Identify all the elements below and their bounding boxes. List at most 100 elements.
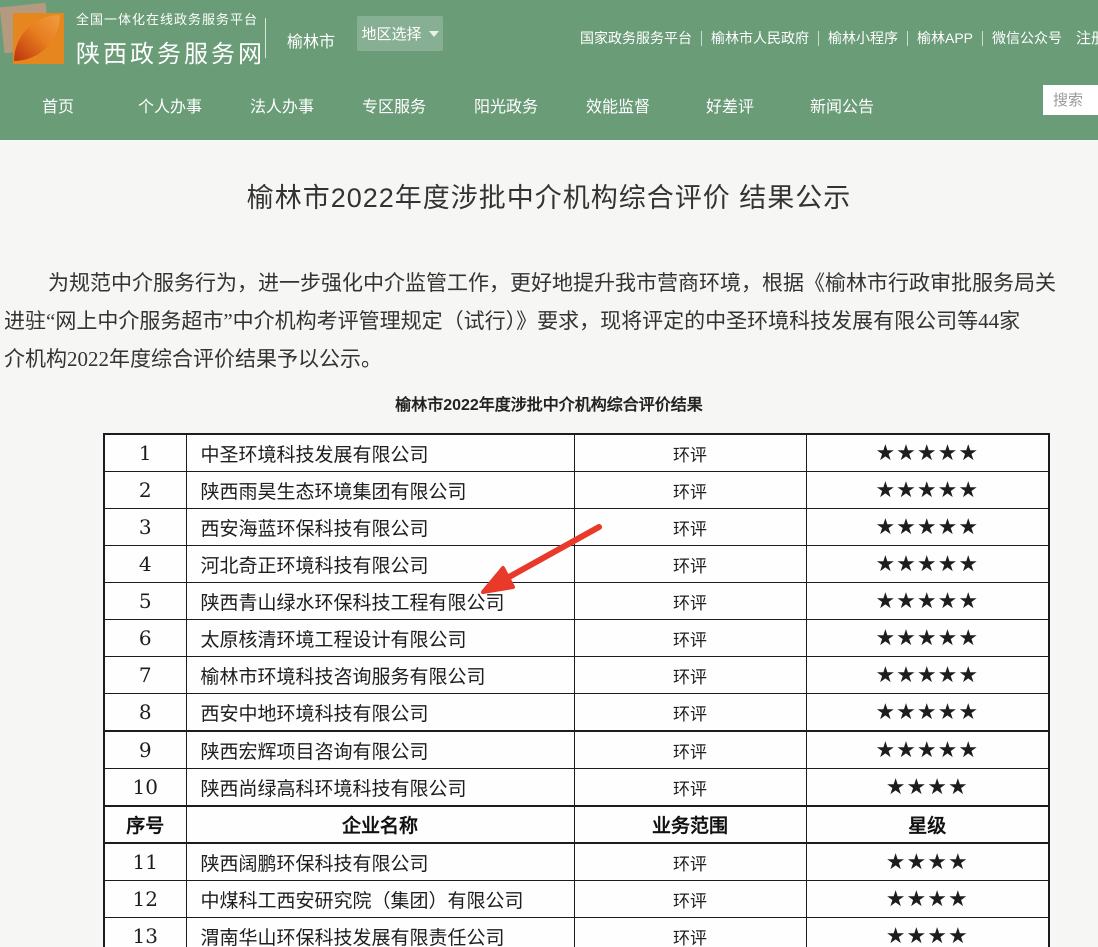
column-header: 星级: [806, 806, 1049, 843]
cell-name: 西安中地环境科技有限公司: [186, 694, 574, 732]
cell-scope: 环评: [574, 472, 806, 509]
cell-no: 5: [104, 583, 186, 620]
top-link-national-platform[interactable]: 国家政务服务平台: [580, 28, 692, 48]
table-row: 1中圣环境科技发展有限公司环评★★★★★: [104, 434, 1049, 472]
table-wrap: 1中圣环境科技发展有限公司环评★★★★★2陕西雨昊生态环境集团有限公司环评★★★…: [103, 433, 1050, 947]
main-nav: 首页 个人办事 法人办事 专区服务 阳光政务 效能监督 好差评 新闻公告: [0, 75, 1098, 140]
cell-name: 中煤科工西安研究院（集团）有限公司: [186, 881, 574, 918]
cell-name: 陕西青山绿水环保科技工程有限公司: [186, 583, 574, 620]
table-caption: 榆林市2022年度涉批中介机构综合评价结果: [0, 391, 1098, 415]
cell-no: 2: [104, 472, 186, 509]
register-link[interactable]: 注册: [1076, 27, 1098, 48]
table-row: 12中煤科工西安研究院（集团）有限公司环评★★★★: [104, 881, 1049, 918]
cell-stars: ★★★★★: [806, 731, 1049, 769]
cell-name: 陕西雨昊生态环境集团有限公司: [186, 472, 574, 509]
cell-stars: ★★★★★: [806, 694, 1049, 732]
page-title: 榆林市2022年度涉批中介机构综合评价 结果公示: [0, 176, 1098, 215]
cell-no: 8: [104, 694, 186, 732]
cell-scope: 环评: [574, 657, 806, 694]
nav-item-news[interactable]: 新闻公告: [786, 75, 898, 140]
cell-name: 陕西宏辉项目咨询有限公司: [186, 731, 574, 769]
top-link-mini-program[interactable]: 榆林小程序: [828, 28, 898, 48]
table-row: 4河北奇正环境科技有限公司环评★★★★★: [104, 546, 1049, 583]
divider: [982, 31, 983, 46]
search-input[interactable]: [1043, 85, 1098, 115]
nav-item-efficiency-supervision[interactable]: 效能监督: [562, 75, 674, 140]
eval-table-body: 1中圣环境科技发展有限公司环评★★★★★2陕西雨昊生态环境集团有限公司环评★★★…: [104, 434, 1049, 947]
nav-item-corporate[interactable]: 法人办事: [226, 75, 338, 140]
top-link-city-government[interactable]: 榆林市人民政府: [711, 28, 809, 48]
nav-item-personal[interactable]: 个人办事: [114, 75, 226, 140]
table-row: 10陕西尚绿高科环境科技有限公司环评★★★★: [104, 769, 1049, 807]
cell-stars: ★★★★★: [806, 583, 1049, 620]
divider: [265, 18, 266, 58]
logo-leaf-icon: [14, 15, 60, 61]
cell-stars: ★★★★★: [806, 620, 1049, 657]
region-select-label: 地区选择: [361, 23, 421, 44]
paragraph-line: 介机构2022年度综合评价结果予以公示。: [4, 340, 1098, 378]
nav-item-rating[interactable]: 好差评: [674, 75, 786, 140]
nav-item-home[interactable]: 首页: [2, 75, 114, 140]
cell-stars: ★★★★: [806, 769, 1049, 807]
logo-front-square: [13, 13, 64, 64]
cell-scope: 环评: [574, 769, 806, 807]
announcement-paragraph: 为规范中介服务行为，进一步强化中介监管工作，更好地提升我市营商环境，根据《榆林市…: [4, 264, 1098, 378]
cell-stars: ★★★★★: [806, 472, 1049, 509]
table-row: 8西安中地环境科技有限公司环评★★★★★: [104, 694, 1049, 732]
page: 全国一体化在线政务服务平台 陕西政务服务网 榆林市 地区选择 国家政务服务平台 …: [0, 0, 1098, 947]
column-header: 序号: [104, 806, 186, 843]
cell-no: 3: [104, 509, 186, 546]
cell-stars: ★★★★★: [806, 546, 1049, 583]
nav-item-zone-services[interactable]: 专区服务: [338, 75, 450, 140]
eval-table: 1中圣环境科技发展有限公司环评★★★★★2陕西雨昊生态环境集团有限公司环评★★★…: [103, 433, 1050, 947]
site-logo[interactable]: [2, 3, 66, 67]
cell-name: 西安海蓝环保科技有限公司: [186, 509, 574, 546]
cell-name: 陕西尚绿高科环境科技有限公司: [186, 769, 574, 807]
cell-name: 陕西阔鹏环保科技有限公司: [186, 843, 574, 881]
cell-scope: 环评: [574, 694, 806, 732]
cell-no: 12: [104, 881, 186, 918]
table-row: 3西安海蓝环保科技有限公司环评★★★★★: [104, 509, 1049, 546]
cell-stars: ★★★★: [806, 881, 1049, 918]
cell-no: 11: [104, 843, 186, 881]
cell-stars: ★★★★★: [806, 509, 1049, 546]
table-row: 11陕西阔鹏环保科技有限公司环评★★★★: [104, 843, 1049, 881]
cell-scope: 环评: [574, 509, 806, 546]
cell-scope: 环评: [574, 620, 806, 657]
brand-text: 全国一体化在线政务服务平台 陕西政务服务网: [76, 9, 265, 69]
top-link-app[interactable]: 榆林APP: [917, 28, 973, 48]
table-row: 9陕西宏辉项目咨询有限公司环评★★★★★: [104, 731, 1049, 769]
top-link-wechat[interactable]: 微信公众号: [992, 28, 1062, 48]
divider: [701, 31, 702, 46]
column-header: 企业名称: [186, 806, 574, 843]
table-row: 13渭南华山环保科技发展有限责任公司环评★★★★: [104, 918, 1049, 947]
cell-stars: ★★★★: [806, 918, 1049, 947]
cell-scope: 环评: [574, 881, 806, 918]
divider: [818, 31, 819, 46]
site-name: 陕西政务服务网: [76, 34, 265, 69]
top-links: 国家政务服务平台 榆林市人民政府 榆林小程序 榆林APP 微信公众号: [580, 28, 1062, 48]
paragraph-line: 进驻“网上中介服务超市”中介机构考评管理规定（试行）》要求，现将评定的中圣环境科…: [4, 302, 1098, 340]
cell-name: 太原核清环境工程设计有限公司: [186, 620, 574, 657]
cell-stars: ★★★★★: [806, 657, 1049, 694]
table-header-row: 序号企业名称业务范围星级: [104, 806, 1049, 843]
platform-name: 全国一体化在线政务服务平台: [76, 9, 265, 28]
cell-name: 中圣环境科技发展有限公司: [186, 434, 574, 472]
cell-no: 10: [104, 769, 186, 807]
cell-no: 4: [104, 546, 186, 583]
cell-scope: 环评: [574, 843, 806, 881]
cell-name: 渭南华山环保科技发展有限责任公司: [186, 918, 574, 947]
cell-stars: ★★★★★: [806, 434, 1049, 472]
cell-no: 6: [104, 620, 186, 657]
cell-name: 河北奇正环境科技有限公司: [186, 546, 574, 583]
region-select-button[interactable]: 地区选择: [357, 16, 443, 51]
cell-scope: 环评: [574, 731, 806, 769]
current-city-label: 榆林市: [287, 28, 335, 52]
paragraph-line: 为规范中介服务行为，进一步强化中介监管工作，更好地提升我市营商环境，根据《榆林市…: [4, 264, 1098, 302]
cell-no: 1: [104, 434, 186, 472]
cell-no: 13: [104, 918, 186, 947]
table-row: 7榆林市环境科技咨询服务有限公司环评★★★★★: [104, 657, 1049, 694]
table-row: 2陕西雨昊生态环境集团有限公司环评★★★★★: [104, 472, 1049, 509]
column-header: 业务范围: [574, 806, 806, 843]
nav-item-open-government[interactable]: 阳光政务: [450, 75, 562, 140]
